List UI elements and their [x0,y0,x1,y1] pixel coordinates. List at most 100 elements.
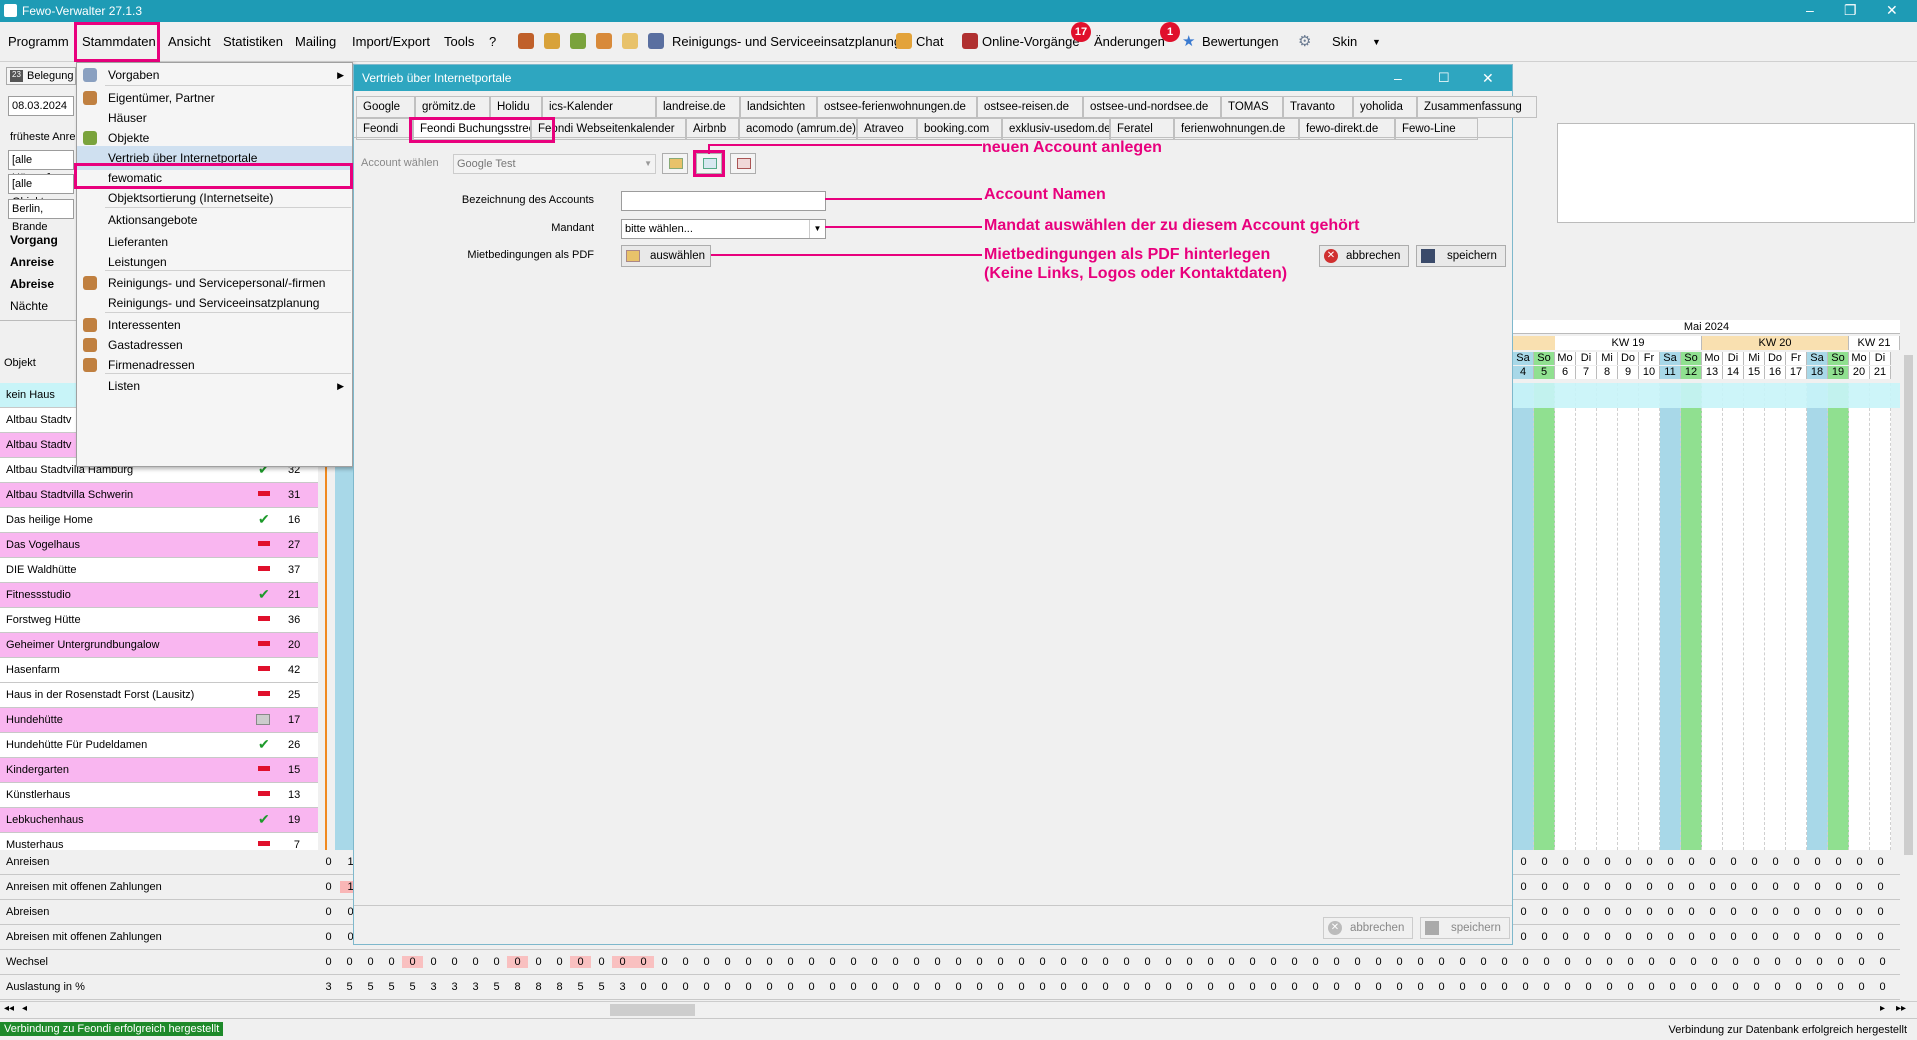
table-row[interactable]: Forstweg Hütte 36 [0,608,318,633]
objekte-select[interactable]: [alle Objekte [8,174,74,208]
clipboard-icon[interactable] [622,33,638,49]
table-row[interactable]: Haus in der Rosenstadt Forst (Lausitz) 25 [0,683,318,708]
toolbar-chat[interactable]: Chat [916,34,943,49]
day-column[interactable] [1765,383,1786,850]
day-column[interactable] [1849,383,1870,850]
dialog-minimize-icon[interactable]: – [1394,65,1402,91]
edit-account-button[interactable] [662,153,688,174]
speichern-top-button[interactable]: speichern [1416,245,1506,267]
tab-1-0[interactable]: Google [356,96,415,118]
tab-1-3[interactable]: ics-Kalender [542,96,656,118]
minimize-icon[interactable]: – [1806,2,1814,18]
day-column[interactable] [1723,383,1744,850]
day-column[interactable] [1660,383,1681,850]
table-row[interactable]: Das Vogelhaus 27 [0,533,318,558]
day-column[interactable] [1576,383,1597,850]
menu-statistiken[interactable]: Statistiken [223,34,283,49]
dialog-maximize-icon[interactable]: ☐ [1438,65,1450,91]
table-row[interactable]: Lebkuchenhaus ✔ 19 [0,808,318,833]
menu-import-export[interactable]: Import/Export [352,34,430,49]
day-column[interactable] [1807,383,1828,850]
scroll-thumb[interactable] [610,1004,695,1016]
scroll-last-icon[interactable]: ▸▸ [1896,1003,1906,1014]
day-column[interactable] [1597,383,1618,850]
delete-account-button[interactable] [730,153,756,174]
bezeichnung-input[interactable] [621,191,826,211]
abbrechen-bottom-button[interactable]: ✕ abbrechen [1323,917,1413,939]
chevron-down-icon[interactable]: ▼ [1372,37,1381,47]
table-row[interactable]: Hasenfarm 42 [0,658,318,683]
tab-1-5[interactable]: landsichten [740,96,817,118]
table-row[interactable]: Kindergarten 15 [0,758,318,783]
toolbar-skin[interactable]: Skin [1332,34,1357,49]
mandant-select[interactable]: bitte wählen... ▼ [621,219,826,239]
restore-icon[interactable]: ❐ [1844,2,1857,19]
day-column[interactable] [1618,383,1639,850]
tab-1-11[interactable]: yoholida [1353,96,1417,118]
scroll-first-icon[interactable]: ◂◂ [4,1003,14,1014]
tab-1-12[interactable]: Zusammenfassung [1417,96,1537,118]
table-row[interactable]: Geheimer Untergrundbungalow 20 [0,633,318,658]
toolbar-aenderungen[interactable]: Änderungen [1094,34,1165,49]
tab-1-1[interactable]: grömitz.de [415,96,490,118]
menu-tools[interactable]: Tools [444,34,474,49]
table-row[interactable]: Hundehütte Für Pudeldamen ✔ 26 [0,733,318,758]
abbrechen-top-button[interactable]: ✕ abbrechen [1319,245,1409,267]
house-icon[interactable] [544,33,560,49]
menu-ansicht[interactable]: Ansicht [168,34,211,49]
account-select[interactable]: Google Test ▼ [453,154,656,174]
person-red-icon[interactable] [518,33,534,49]
haeuser-select[interactable]: [alle Häuser] [8,150,74,184]
toolbar-reinigung[interactable]: Reinigungs- und Serviceeinsatzplanung [672,34,901,49]
menu-item-7[interactable]: Aktionsangebote [77,208,352,232]
menu-mailing[interactable]: Mailing [295,34,336,49]
day-column[interactable] [1555,383,1576,850]
notes-box[interactable] [1557,123,1915,223]
tab-1-2[interactable]: Holidu [490,96,542,118]
horizontal-scrollbar[interactable]: ◂◂ ◂ ▸ ▸▸ [0,1001,1917,1017]
person-icon[interactable] [570,33,586,49]
close-icon[interactable]: ✕ [1886,2,1898,19]
menu-programm[interactable]: Programm [8,34,69,49]
day-column[interactable] [1534,383,1555,850]
cleaning-person-icon[interactable] [648,33,664,49]
table-row[interactable]: Das heilige Home ✔ 16 [0,508,318,533]
dialog-close-icon[interactable]: ✕ [1482,65,1494,91]
scroll-right-icon[interactable]: ▸ [1880,1003,1885,1014]
ort-select[interactable]: Berlin, Brande [8,199,74,233]
day-column[interactable] [1639,383,1660,850]
toolbar-bewertungen[interactable]: Bewertungen [1202,34,1279,49]
day-column[interactable] [1681,383,1702,850]
table-row[interactable]: Altbau Stadtvilla Schwerin 31 [0,483,318,508]
day-column[interactable] [1702,383,1723,850]
day-column[interactable] [1828,383,1849,850]
gear-icon[interactable]: ⚙ [1298,32,1314,50]
table-row[interactable]: Künstlerhaus 13 [0,783,318,808]
table-row[interactable]: DIE Waldhütte 37 [0,558,318,583]
scroll-left-icon[interactable]: ◂ [22,1003,27,1014]
person-orange-icon[interactable] [596,33,612,49]
menu-item-0[interactable]: Vorgaben ▶ [77,63,352,87]
star-icon[interactable]: ★ [1182,32,1198,50]
menu-help[interactable]: ? [489,34,496,49]
table-row[interactable]: Hundehütte 17 [0,708,318,733]
toolbar-online-vorgaenge[interactable]: Online-Vorgänge [982,34,1080,49]
chat-icon[interactable] [896,33,912,49]
day-column[interactable] [1744,383,1765,850]
day-column[interactable] [1786,383,1807,850]
tab-1-10[interactable]: Travanto [1283,96,1353,118]
menu-item-15[interactable]: Listen ▶ [77,374,352,398]
tab-1-8[interactable]: ostsee-und-nordsee.de [1083,96,1221,118]
tab-1-7[interactable]: ostsee-reisen.de [977,96,1083,118]
table-row[interactable]: Fitnessstudio ✔ 21 [0,583,318,608]
day-column[interactable] [1870,383,1891,850]
vertical-scrollbar[interactable] [1900,335,1917,1000]
vscroll-thumb[interactable] [1904,355,1913,855]
pdf-auswaehlen-button[interactable]: auswählen [621,245,711,267]
tab-1-4[interactable]: landreise.de [656,96,740,118]
tab-1-6[interactable]: ostsee-ferienwohnungen.de [817,96,977,118]
tab-1-9[interactable]: TOMAS [1221,96,1283,118]
online-icon[interactable] [962,33,978,49]
day-column[interactable] [1513,383,1534,850]
speichern-bottom-button[interactable]: speichern [1420,917,1510,939]
